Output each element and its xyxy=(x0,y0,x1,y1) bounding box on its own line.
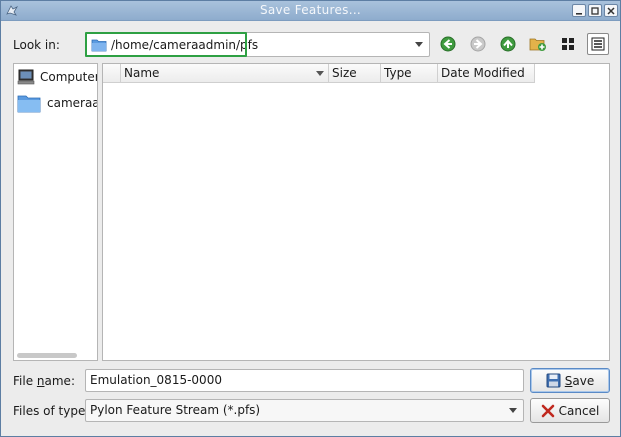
minimize-button[interactable] xyxy=(572,4,586,17)
maximize-button[interactable] xyxy=(588,4,602,17)
window-title: Save Features... xyxy=(259,3,362,17)
file-name-label: File name: xyxy=(13,374,75,388)
arrow-up-icon xyxy=(500,36,516,52)
computer-icon xyxy=(17,69,35,85)
save-label-rest: ave xyxy=(572,373,595,388)
column-header-label: Type xyxy=(384,66,412,80)
column-header-size[interactable]: Size xyxy=(329,64,381,83)
close-button[interactable] xyxy=(604,4,618,17)
look-in-label: Look in: xyxy=(13,38,60,52)
detail-view-icon xyxy=(591,37,605,51)
sidebar-horizontal-scrollbar[interactable] xyxy=(17,353,77,358)
folder-icon xyxy=(91,39,107,52)
file-type-label: Files of type: xyxy=(13,404,90,418)
floppy-disk-icon xyxy=(546,373,561,388)
save-button[interactable]: Save xyxy=(530,368,610,393)
file-type-combo[interactable]: Pylon Feature Stream (*.pfs) xyxy=(85,399,524,422)
save-button-label: Save xyxy=(565,374,594,388)
column-header-label: Name xyxy=(124,66,160,80)
file-name-input[interactable]: Emulation_0815-0000 xyxy=(85,369,524,392)
parent-directory-button[interactable] xyxy=(497,33,519,55)
file-name-label-text: File xyxy=(13,374,37,388)
column-header-type[interactable]: Type xyxy=(381,64,438,83)
forward-button[interactable] xyxy=(467,33,489,55)
header-spacer xyxy=(103,64,121,83)
new-folder-button[interactable] xyxy=(527,33,549,55)
maximize-icon xyxy=(591,6,599,15)
column-header-label: Size xyxy=(332,66,357,80)
chevron-down-icon[interactable] xyxy=(509,408,517,413)
list-view-icon xyxy=(562,38,574,50)
sidebar-item-label: cameraadmin xyxy=(47,96,97,110)
cancel-button[interactable]: Cancel xyxy=(530,398,610,423)
file-list-header: Name Size Type Date Modified xyxy=(103,64,535,83)
file-type-value: Pylon Feature Stream (*.pfs) xyxy=(90,403,261,417)
new-folder-icon xyxy=(529,38,546,51)
minimize-icon xyxy=(576,12,582,15)
chevron-down-icon[interactable] xyxy=(415,42,423,47)
cancel-x-icon xyxy=(541,404,554,417)
file-name-mnemonic: n xyxy=(36,374,45,388)
column-header-date-modified[interactable]: Date Modified xyxy=(438,64,535,83)
detail-view-button[interactable] xyxy=(587,33,609,55)
folder-icon xyxy=(17,95,41,113)
close-icon xyxy=(607,6,615,15)
save-features-dialog: Save Features... Look in: /home/cameraad… xyxy=(0,0,621,437)
column-header-name[interactable]: Name xyxy=(121,64,329,83)
arrow-left-icon xyxy=(440,36,456,52)
sidebar-item-label: Computer xyxy=(40,70,98,84)
file-name-label-text: ame: xyxy=(44,374,75,388)
sidebar-item-computer[interactable]: Computer xyxy=(17,66,98,88)
look-in-path: /home/cameraadmin/pfs xyxy=(111,38,259,52)
sort-down-icon xyxy=(316,71,324,76)
places-sidebar: Computer cameraadmin xyxy=(13,63,98,361)
list-view-button[interactable] xyxy=(557,33,579,55)
arrow-right-icon xyxy=(470,36,486,52)
file-list-view[interactable]: Name Size Type Date Modified xyxy=(102,63,610,361)
cancel-button-label: Cancel xyxy=(558,403,600,418)
column-header-label: Date Modified xyxy=(441,66,525,80)
back-button[interactable] xyxy=(437,33,459,55)
sidebar-item-cameraadmin[interactable]: cameraadmin xyxy=(17,92,97,114)
title-bar[interactable]: Save Features... xyxy=(1,1,620,21)
look-in-combo[interactable]: /home/cameraadmin/pfs xyxy=(85,32,430,57)
